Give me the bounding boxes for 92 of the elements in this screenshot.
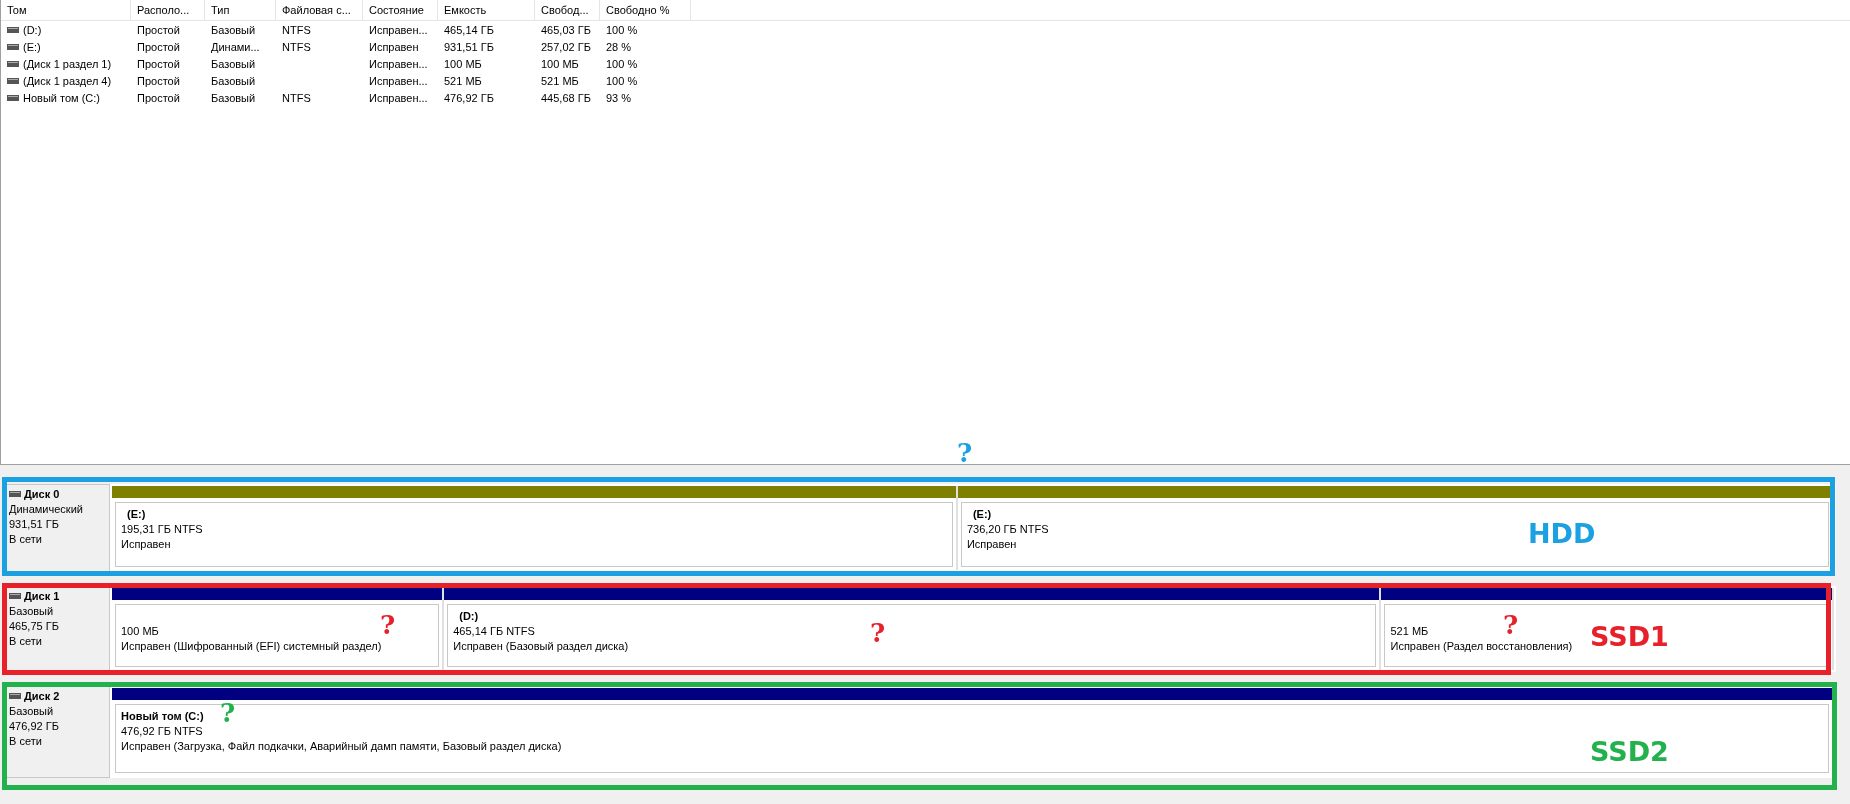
disk-name: Диск 2: [24, 690, 60, 702]
table-cell: 100 МБ: [541, 57, 579, 70]
table-cell: Исправен...: [369, 23, 428, 36]
column-header[interactable]: Свободно %: [600, 0, 691, 20]
disk-size: 931,51 ГБ: [9, 517, 60, 532]
drive-icon: [9, 491, 21, 497]
disk-info-panel[interactable]: Диск 0 Динамический 931,51 ГБ В сети: [4, 484, 110, 572]
partition-size: 521 МБ: [1390, 625, 1429, 637]
disk-info-panel[interactable]: Диск 2 Базовый 476,92 ГБ В сети: [4, 686, 110, 778]
drive-icon: [7, 77, 19, 84]
drive-icon: [9, 593, 21, 599]
partition-status: Исправен (Базовый раздел диска): [453, 640, 629, 652]
disk-status: В сети: [9, 532, 43, 547]
partition-panel[interactable]: (E:) 195,31 ГБ NTFS Исправен: [115, 502, 953, 567]
partition-size: 465,14 ГБ NTFS: [453, 625, 535, 637]
table-cell: (E:): [23, 40, 41, 53]
table-cell: Исправен...: [369, 57, 428, 70]
disk-size: 476,92 ГБ: [9, 719, 60, 734]
table-cell: NTFS: [282, 23, 311, 36]
disk-size: 465,75 ГБ: [9, 619, 60, 634]
table-cell: 100 %: [606, 74, 638, 87]
table-cell: Исправен: [369, 40, 419, 53]
column-header[interactable]: Тип: [205, 0, 276, 20]
table-cell: 521 МБ: [541, 74, 579, 87]
disk-name: Диск 0: [24, 488, 60, 500]
partition-size: 736,20 ГБ NTFS: [966, 523, 1049, 535]
partition-name: (E:): [127, 508, 146, 520]
drive-icon: [7, 60, 19, 67]
drive-icon: [7, 43, 19, 50]
partition-status: Исправен (Раздел восстановления): [1390, 640, 1573, 652]
partition-name: (D:): [459, 610, 479, 622]
partition-status: Исправен (Шифрованный (EFI) системный раздел): [121, 640, 382, 652]
table-cell: Базовый: [211, 23, 256, 36]
table-cell: Исправен...: [369, 91, 428, 104]
table-cell: 521 МБ: [444, 74, 482, 87]
partition-name: Новый том (C:): [121, 710, 204, 722]
disk-status: В сети: [9, 634, 43, 649]
table-cell: Простой: [137, 91, 180, 104]
column-header[interactable]: Располо...: [131, 0, 205, 20]
table-cell: 465,03 ГБ: [541, 23, 591, 36]
table-cell: 100 %: [606, 23, 638, 36]
table-cell: Базовый: [211, 57, 256, 70]
table-cell: 28 %: [606, 40, 632, 53]
table-cell: Динами...: [211, 40, 260, 53]
table-cell: Новый том (C:): [23, 91, 100, 104]
table-cell: Базовый: [211, 91, 256, 104]
partition-status: Исправен: [121, 538, 171, 550]
table-cell: 100 МБ: [444, 57, 482, 70]
table-cell: (D:): [23, 23, 42, 36]
column-header[interactable]: Том: [1, 0, 131, 20]
disk-name: Диск 1: [24, 590, 60, 602]
table-cell: NTFS: [282, 91, 311, 104]
table-cell: Простой: [137, 40, 180, 53]
question-mark: ?: [1503, 612, 1519, 638]
column-header[interactable]: Состояние: [363, 0, 438, 20]
drive-icon: [7, 26, 19, 33]
column-header[interactable]: Файловая с...: [276, 0, 363, 20]
table-cell: 445,68 ГБ: [541, 91, 591, 104]
partition-size: 100 МБ: [121, 625, 159, 637]
annotation-label: SSD1: [1590, 621, 1669, 652]
partition-name: (E:): [972, 508, 992, 520]
partition-size: 195,31 ГБ NTFS: [121, 523, 203, 535]
table-cell: Простой: [137, 57, 180, 70]
partition-status: Исправен (Загрузка, Файл подкачки, Аварийный дамп памяти, Базовый раздел диска): [121, 740, 562, 752]
table-cell: 93 %: [606, 91, 632, 104]
table-cell: Исправен...: [369, 74, 428, 87]
table-cell: Простой: [137, 23, 180, 36]
table-cell: 465,14 ГБ: [444, 23, 494, 36]
question-mark: ?: [870, 620, 886, 646]
disk-type: Динамический: [9, 502, 84, 517]
table-cell: (Диск 1 раздел 1): [23, 57, 112, 70]
column-header[interactable]: Емкость: [438, 0, 535, 20]
drive-icon: [9, 693, 21, 699]
table-cell: 100 %: [606, 57, 638, 70]
disk-type: Базовый: [9, 604, 55, 619]
question-mark: ?: [957, 440, 973, 466]
table-cell: 476,92 ГБ: [444, 91, 494, 104]
question-mark: ?: [380, 612, 396, 638]
drive-icon: [7, 94, 19, 101]
table-cell: 931,51 ГБ: [444, 40, 494, 53]
table-cell: 257,02 ГБ: [541, 40, 591, 53]
table-cell: Базовый: [211, 74, 256, 87]
table-cell: (Диск 1 раздел 4): [23, 74, 112, 87]
table-cell: NTFS: [282, 40, 311, 53]
partition-status: Исправен: [966, 538, 1017, 550]
table-cell: Простой: [137, 74, 180, 87]
partition-size: 476,92 ГБ NTFS: [121, 725, 203, 737]
annotation-label: SSD2: [1590, 736, 1669, 767]
disk-status: В сети: [9, 734, 43, 749]
disk-type: Базовый: [9, 704, 55, 719]
column-header[interactable]: Свобод...: [535, 0, 600, 20]
annotation-label: HDD: [1528, 518, 1596, 549]
